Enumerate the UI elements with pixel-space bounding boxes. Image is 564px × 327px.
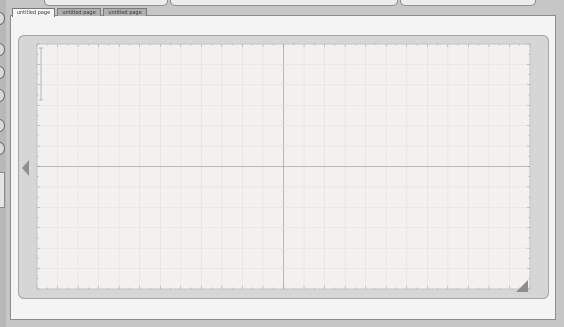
grid-canvas[interactable] [0,0,564,327]
resize-corner-icon[interactable] [516,280,528,292]
left-arrow-icon[interactable] [22,160,29,176]
tab-page-1[interactable]: untitled page [12,8,55,17]
